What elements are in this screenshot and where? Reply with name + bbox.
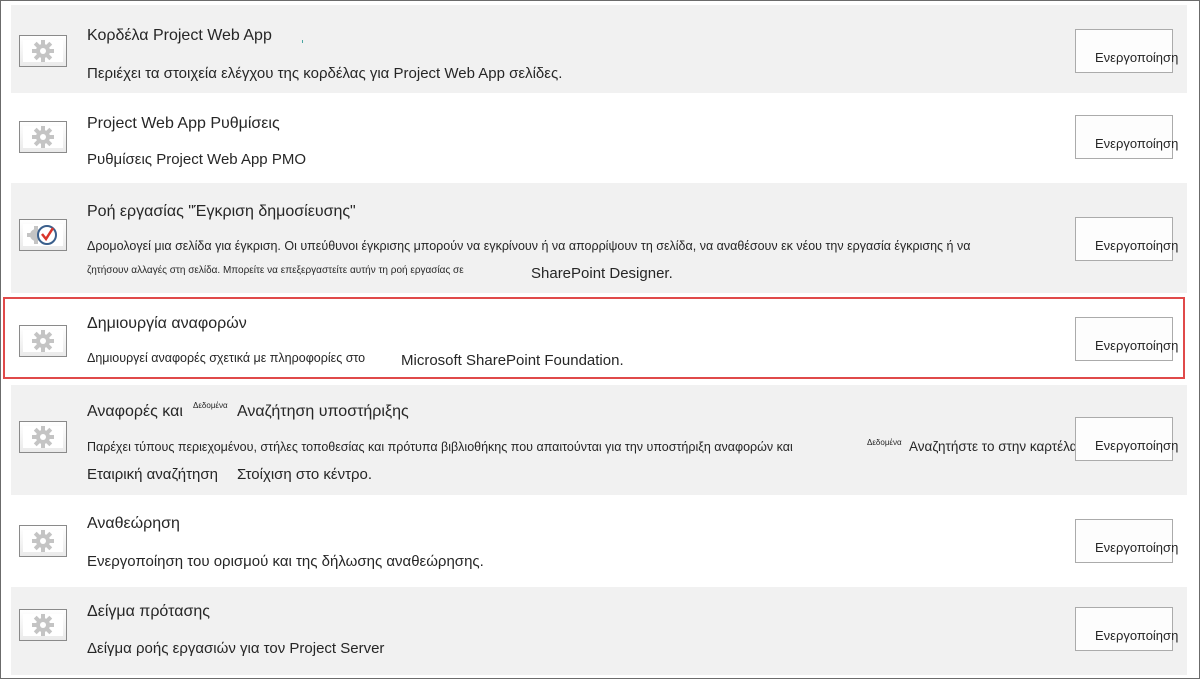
feature-row-proposal-sample: Δείγμα πρότασης Δείγμα ροής εργασιών για… (11, 587, 1187, 675)
feature-title: Ροή εργασίας "Έγκριση δημοσίευσης" (87, 203, 356, 220)
feature-row-ribbon: Κορδέλα Project Web App Περιέχει τα στοι… (11, 5, 1187, 93)
feature-description: Παρέχει τύπους περιεχομένου, στήλες τοπο… (87, 440, 793, 454)
feature-title: Κορδέλα Project Web App (87, 27, 272, 44)
activate-button[interactable]: Ενεργοποίηση (1075, 217, 1178, 261)
gear-icon (19, 609, 67, 641)
activate-button[interactable]: Ενεργοποίηση (1075, 317, 1178, 361)
feature-row-reporting: Δημιουργία αναφορών Δημιουργεί αναφορές … (11, 295, 1187, 383)
feature-title-prefix: Αναφορές και (87, 403, 183, 420)
feature-description: Δημιουργεί αναφορές σχετικά με πληροφορί… (87, 351, 366, 365)
text-cursor-mark (302, 40, 303, 43)
feature-title-suffix: Αναζήτηση υποστήριξης (237, 403, 409, 420)
gear-icon (19, 525, 67, 557)
gear-icon (19, 121, 67, 153)
feature-description: Ενεργοποίηση του ορισμού και της δήλωσης… (87, 553, 484, 570)
activate-button[interactable]: Ενεργοποίηση (1075, 607, 1178, 651)
feature-row-revision: Αναθεώρηση Ενεργοποίηση του ορισμού και … (11, 497, 1187, 585)
feature-description-suffix: Αναζητήστε το στην καρτέλα (909, 439, 1078, 454)
activate-button[interactable]: Ενεργοποίηση (1075, 519, 1178, 563)
feature-description: Δείγμα ροής εργασιών για τον Project Ser… (87, 640, 385, 657)
feature-row-settings: Project Web App Ρυθμίσεις Ρυθμίσεις Proj… (11, 95, 1187, 181)
feature-row-reports-data-search: Αναφορές και Δεδομένα Αναζήτηση υποστήρι… (11, 385, 1187, 495)
center-align-text: Στοίχιση στο κέντρο. (237, 466, 373, 483)
feature-description: Ρυθμίσεις Project Web App PMO (87, 151, 306, 168)
gear-icon (19, 325, 67, 357)
enterprise-search-text: Εταιρική αναζήτηση (87, 466, 218, 483)
activate-button[interactable]: Ενεργοποίηση (1075, 29, 1178, 73)
sharepoint-designer-text: SharePoint Designer. (531, 265, 673, 282)
workflow-approval-icon (19, 219, 67, 251)
feature-title: Project Web App Ρυθμίσεις (87, 115, 280, 132)
feature-title: Αναθεώρηση (87, 515, 180, 532)
feature-description: Δρομολογεί μια σελίδα για έγκριση. Οι υπ… (87, 239, 971, 253)
gear-icon (19, 421, 67, 453)
activate-button[interactable]: Ενεργοποίηση (1075, 417, 1178, 461)
feature-description-tiny: Δεδομένα (867, 438, 902, 447)
gear-icon (19, 35, 67, 67)
activate-button[interactable]: Ενεργοποίηση (1075, 115, 1178, 159)
feature-title: Δημιουργία αναφορών (87, 315, 247, 332)
feature-description: Περιέχει τα στοιχεία ελέγχου της κορδέλα… (87, 65, 563, 82)
sharepoint-foundation-text: Microsoft SharePoint Foundation. (401, 352, 624, 369)
feature-title-tiny: Δεδομένα (193, 401, 228, 410)
feature-row-publishing-approval: Ροή εργασίας "Έγκριση δημοσίευσης" Δρομο… (11, 183, 1187, 293)
feature-title: Δείγμα πρότασης (87, 603, 210, 620)
feature-description-line2: ζητήσουν αλλαγές στη σελίδα. Μπορείτε να… (87, 265, 464, 276)
